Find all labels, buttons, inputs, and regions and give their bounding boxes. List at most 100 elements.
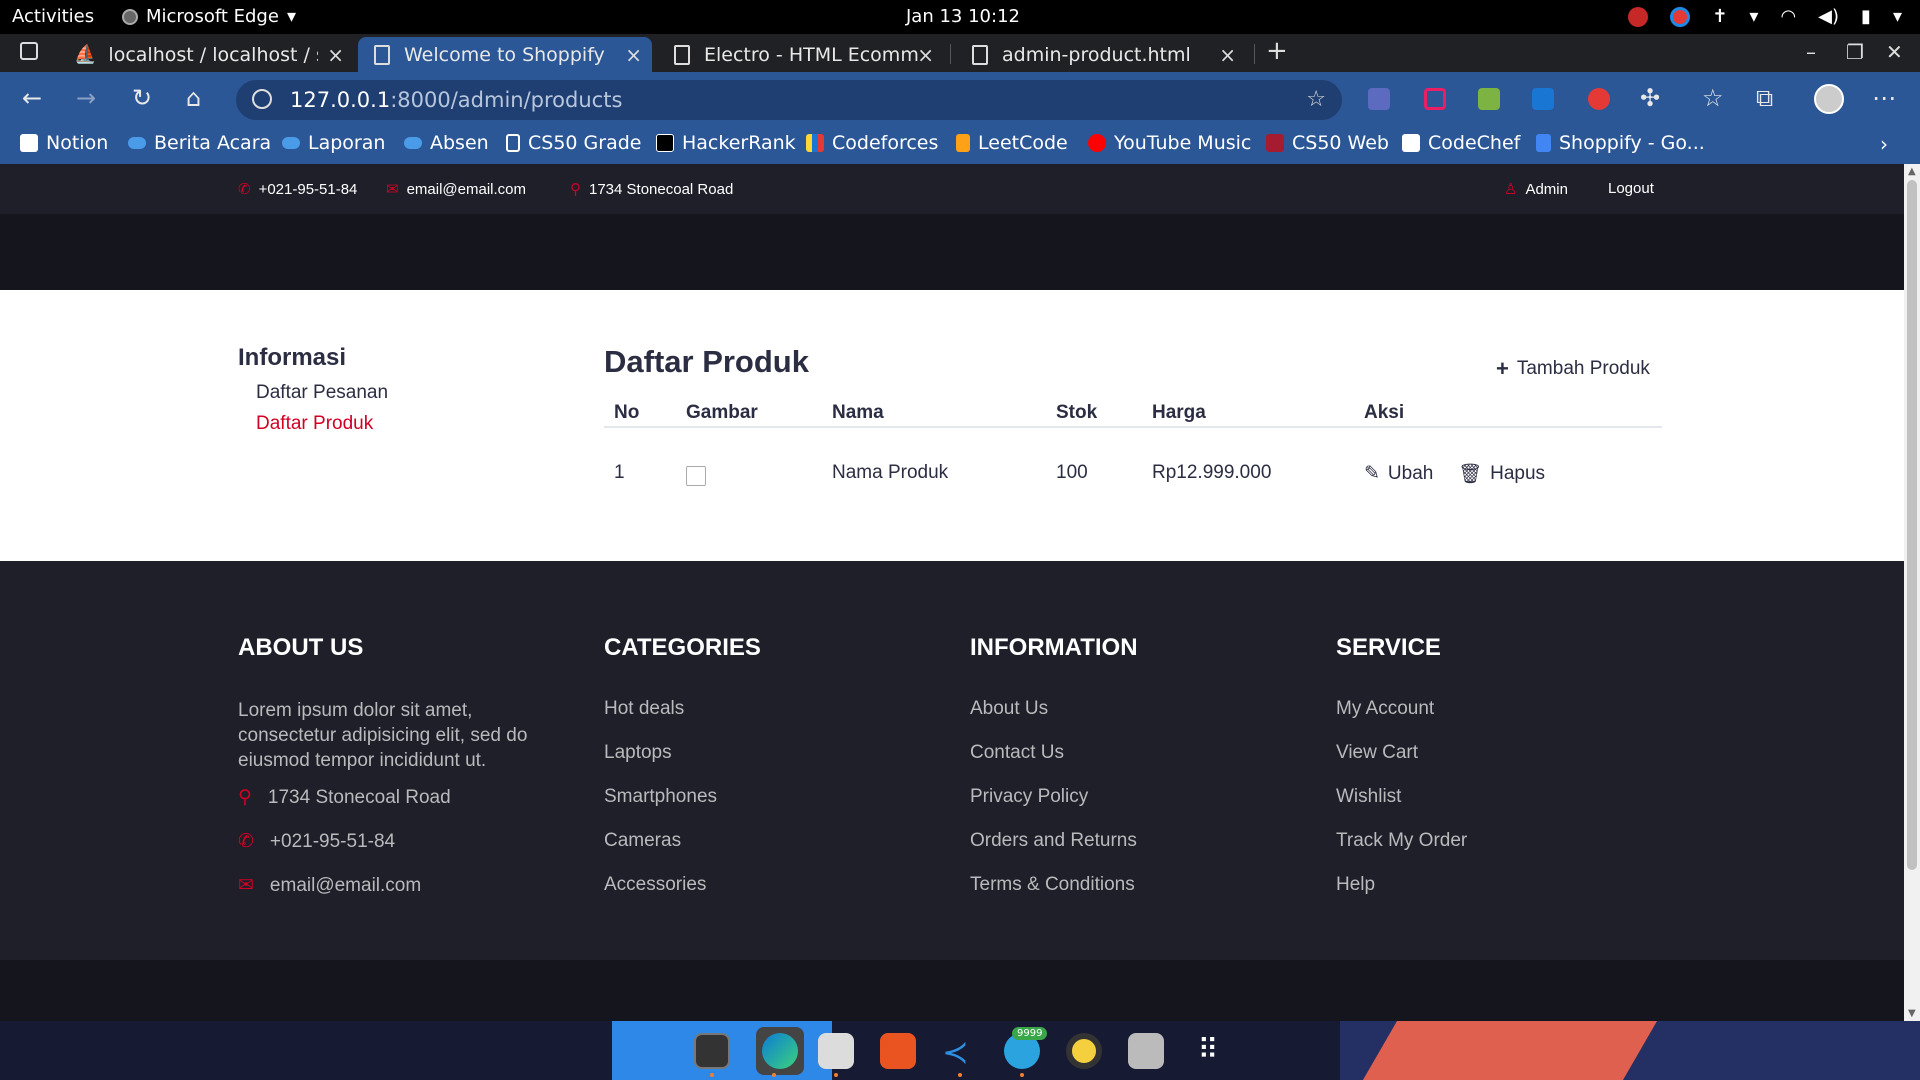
accessibility-icon[interactable]: ✝ — [1712, 6, 1727, 27]
footer-link-help[interactable]: Help — [1336, 874, 1375, 896]
close-icon[interactable]: × — [327, 43, 344, 67]
header-email[interactable]: ✉ email@email.com — [386, 180, 526, 199]
bookmark-notion[interactable]: Notion — [20, 132, 108, 154]
header-address[interactable]: ⚲ 1734 Stonecoal Road — [570, 180, 733, 199]
bookmark-berita-acara[interactable]: Berita Acara — [128, 132, 271, 154]
bookmark-leetcode[interactable]: LeetCode — [956, 132, 1068, 154]
footer-email[interactable]: ✉ email@email.com — [238, 874, 421, 897]
bookmark-cs50-web[interactable]: CS50 Web — [1266, 132, 1389, 154]
tray-app-icon[interactable] — [1628, 6, 1649, 27]
bookmark-codeforces[interactable]: Codeforces — [806, 132, 938, 154]
pip-extension-icon[interactable] — [1424, 88, 1446, 110]
page-scrollbar[interactable]: ▲ ▼ — [1904, 164, 1920, 1021]
footer-phone[interactable]: ✆ +021-95-51-84 — [238, 830, 395, 853]
delete-button[interactable]: 🗑 Hapus — [1458, 462, 1545, 486]
extension-icon[interactable] — [1478, 88, 1500, 110]
tab-admin-product[interactable]: admin-product.html × — [956, 37, 1246, 72]
bookmark-codechef[interactable]: CodeChef — [1402, 132, 1520, 154]
software-center-icon[interactable] — [880, 1033, 916, 1069]
favorites-icon[interactable]: ☆ — [1702, 84, 1724, 112]
footer-link-orders-returns[interactable]: Orders and Returns — [970, 830, 1137, 852]
footer-link-my-account[interactable]: My Account — [1336, 698, 1434, 720]
footer-link-terms[interactable]: Terms & Conditions — [970, 874, 1135, 896]
back-icon[interactable]: ← — [22, 84, 42, 112]
bookmark-hackerrank[interactable]: HackerRank — [656, 132, 796, 154]
minimize-icon[interactable]: – — [1806, 40, 1816, 64]
footer-address[interactable]: ⚲ 1734 Stonecoal Road — [238, 786, 451, 809]
footer-link-about-us[interactable]: About Us — [970, 698, 1048, 720]
tray-chrome-icon[interactable] — [1670, 6, 1691, 27]
ssd-drive-icon[interactable] — [1128, 1033, 1164, 1069]
footer-link-accessories[interactable]: Accessories — [604, 874, 706, 896]
add-favorite-icon[interactable]: ☆ — [1306, 87, 1326, 112]
system-tray[interactable]: ✝ ▾ ◠ ◀) ▮ ▾ — [1628, 6, 1902, 27]
forward-icon[interactable]: → — [76, 84, 96, 112]
reload-icon[interactable]: ↻ — [132, 84, 152, 112]
bookmark-youtube-music[interactable]: YouTube Music — [1088, 132, 1251, 154]
tab-actions-icon[interactable] — [20, 42, 38, 60]
bookmark-shoppify-docs[interactable]: Shoppify - Go... — [1536, 132, 1705, 154]
footer-link-wishlist[interactable]: Wishlist — [1336, 786, 1401, 808]
address-bar[interactable]: 127.0.0.1:8000/admin/products ☆ — [236, 80, 1342, 120]
scroll-up-icon[interactable]: ▲ — [1908, 166, 1916, 177]
show-apps-icon[interactable]: ⠿ — [1190, 1033, 1226, 1069]
footer-link-view-cart[interactable]: View Cart — [1336, 742, 1418, 764]
tab-phpmyadmin[interactable]: ⛵ localhost / localhost / shop × — [58, 37, 354, 72]
edit-label: Ubah — [1387, 462, 1434, 484]
scrollbar-thumb[interactable] — [1907, 180, 1917, 870]
terminal-icon[interactable] — [694, 1033, 730, 1069]
home-icon[interactable]: ⌂ — [186, 84, 201, 112]
close-window-icon[interactable]: ✕ — [1886, 40, 1903, 64]
caret-down-icon[interactable]: ▾ — [1893, 6, 1902, 27]
caret-down-icon[interactable]: ▾ — [1749, 6, 1758, 27]
footer-link-smartphones[interactable]: Smartphones — [604, 786, 717, 808]
rhythmbox-icon[interactable] — [1066, 1033, 1102, 1069]
wifi-icon[interactable]: ◠ — [1780, 6, 1796, 27]
close-icon[interactable]: × — [625, 43, 642, 67]
footer-link-cameras[interactable]: Cameras — [604, 830, 681, 852]
bookmarks-overflow-icon[interactable]: › — [1880, 132, 1888, 156]
more-options-icon[interactable]: ⋯ — [1872, 84, 1896, 112]
add-product-button[interactable]: + Tambah Produk — [1496, 356, 1650, 382]
footer-link-contact-us[interactable]: Contact Us — [970, 742, 1064, 764]
footer-link-laptops[interactable]: Laptops — [604, 742, 672, 764]
close-icon[interactable]: × — [917, 43, 934, 67]
scroll-down-icon[interactable]: ▼ — [1908, 1008, 1916, 1019]
sidebar-item-daftar-pesanan[interactable]: Daftar Pesanan — [256, 382, 388, 404]
collections-icon[interactable]: ⧉ — [1756, 84, 1773, 112]
restore-icon[interactable]: ❐ — [1846, 40, 1864, 64]
files-icon[interactable] — [818, 1033, 854, 1069]
new-tab-icon[interactable]: + — [1266, 36, 1288, 66]
admin-link[interactable]: ♙ Admin — [1504, 180, 1568, 199]
tab-shoppify[interactable]: Welcome to Shoppify × — [358, 37, 652, 72]
sidebar-item-daftar-produk[interactable]: Daftar Produk — [256, 413, 373, 435]
app-menu[interactable]: Microsoft Edge ▾ — [122, 6, 296, 27]
edit-button[interactable]: ✎ Ubah — [1364, 462, 1433, 485]
volume-icon[interactable]: ◀) — [1818, 6, 1839, 27]
footer-link-privacy-policy[interactable]: Privacy Policy — [970, 786, 1088, 808]
close-icon[interactable]: × — [1219, 43, 1236, 67]
bookmark-absen[interactable]: Absen — [404, 132, 489, 154]
battery-icon[interactable]: ▮ — [1861, 6, 1871, 27]
clock[interactable]: Jan 13 10:12 — [906, 6, 1020, 27]
activities-button[interactable]: Activities — [12, 6, 94, 27]
bookmark-laporan[interactable]: Laporan — [282, 132, 385, 154]
red-extension-icon[interactable] — [1588, 88, 1610, 110]
header-phone[interactable]: ✆ +021-95-51-84 — [238, 180, 357, 199]
bookmark-cs50-grade[interactable]: CS50 Grade — [506, 132, 641, 154]
cell-no: 1 — [614, 462, 625, 483]
footer-link-hot-deals[interactable]: Hot deals — [604, 698, 684, 720]
browser-tab-bar: ⛵ localhost / localhost / shop × Welcome… — [0, 34, 1920, 72]
telegram-badge: 9999 — [1012, 1027, 1048, 1040]
footer-link-track-order[interactable]: Track My Order — [1336, 830, 1467, 852]
site-info-icon[interactable] — [252, 89, 272, 109]
edge-icon[interactable] — [762, 1033, 798, 1069]
tab-electro[interactable]: Electro - HTML Ecommerce × — [658, 37, 944, 72]
s-extension-icon[interactable] — [1532, 88, 1554, 110]
extensions-puzzle-icon[interactable]: ✣ — [1640, 84, 1660, 112]
vscode-icon[interactable]: ≺ — [942, 1033, 978, 1071]
profile-avatar[interactable] — [1814, 84, 1844, 114]
translate-extension-icon[interactable] — [1368, 88, 1390, 110]
logout-link[interactable]: Logout — [1608, 180, 1654, 197]
add-product-label: Tambah Produk — [1516, 358, 1650, 379]
